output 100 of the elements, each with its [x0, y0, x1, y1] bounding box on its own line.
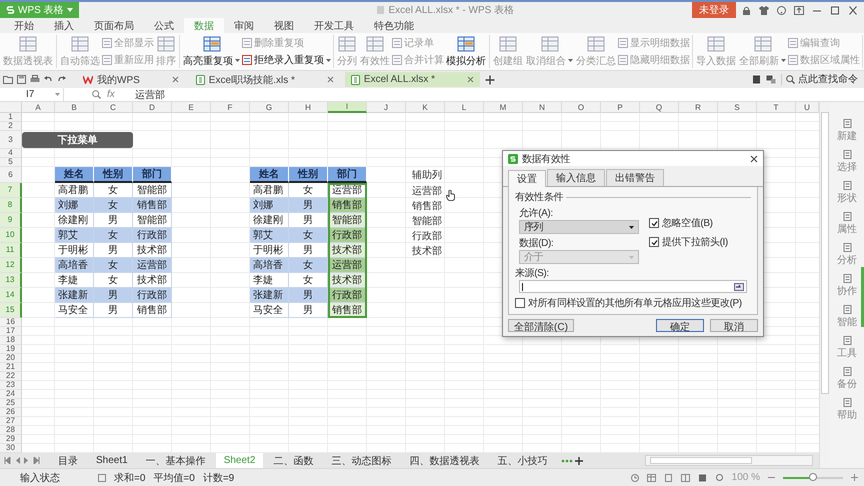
previous-sheet-icon[interactable] [15, 457, 20, 464]
sheet-tab[interactable]: 目录 [50, 453, 86, 468]
sheet-tab[interactable]: Sheet1 [88, 453, 136, 468]
zoom-out-icon[interactable] [768, 474, 775, 481]
column-header[interactable]: L [445, 102, 484, 113]
ribbon-button[interactable]: 模拟分析 [445, 36, 487, 68]
formula-value[interactable]: 运营部 [134, 88, 165, 102]
row-header[interactable]: 26 [0, 408, 22, 417]
column-header[interactable]: R [679, 102, 718, 113]
zoom-icon[interactable] [92, 90, 101, 99]
row-header[interactable]: 2 [0, 122, 22, 131]
checkbox[interactable] [649, 237, 659, 247]
column-header[interactable]: C [94, 102, 133, 113]
row-header[interactable]: 13 [0, 273, 22, 288]
menu-tab[interactable]: 页面布局 [84, 18, 144, 33]
dialog-tab[interactable]: 设置 [508, 170, 546, 187]
last-sheet-icon[interactable] [33, 457, 40, 464]
add-tab-icon[interactable] [485, 74, 496, 84]
row-header[interactable]: 8 [0, 198, 22, 213]
row-header[interactable]: 14 [0, 288, 22, 303]
menu-tab[interactable]: 特色功能 [364, 18, 424, 33]
column-header[interactable]: K [406, 102, 445, 113]
close-icon[interactable] [750, 154, 758, 162]
document-tab[interactable]: Excel职场技能.xls * [190, 72, 340, 87]
function-label[interactable]: fx [107, 89, 115, 100]
break-view-icon[interactable] [680, 474, 690, 482]
row-header[interactable]: 29 [0, 435, 22, 444]
sheet-tab[interactable]: 四、数据透视表 [401, 453, 488, 468]
menu-tab[interactable]: 公式 [144, 18, 184, 33]
dialog-tab[interactable]: 输入信息 [547, 169, 605, 186]
menu-tab[interactable]: 视图 [264, 18, 304, 33]
menu-tab[interactable]: 审阅 [224, 18, 264, 33]
row-header[interactable]: 16 [0, 318, 22, 327]
slider-thumb[interactable] [809, 472, 817, 480]
column-header[interactable]: N [523, 102, 562, 113]
row-header[interactable]: 24 [0, 390, 22, 399]
row-header[interactable]: 20 [0, 354, 22, 363]
document-tab[interactable]: 我的WPS [77, 72, 185, 87]
row-header[interactable]: 15 [0, 303, 22, 318]
column-header[interactable]: M [484, 102, 523, 113]
column-header[interactable]: O [562, 102, 601, 113]
row-header[interactable]: 9 [0, 213, 22, 228]
column-header[interactable]: U [796, 102, 820, 113]
panel-handle[interactable] [860, 267, 864, 327]
ribbon-button[interactable]: 高亮重复项 [182, 36, 241, 68]
row-header[interactable]: 23 [0, 381, 22, 390]
column-header[interactable]: F [211, 102, 250, 113]
sheet-tab[interactable]: 五、小技巧 [489, 453, 556, 468]
zoom-in-icon[interactable] [851, 474, 858, 481]
column-header[interactable]: H [289, 102, 328, 113]
column-header[interactable]: D [133, 102, 172, 113]
cell-icon[interactable] [98, 474, 106, 482]
column-header[interactable]: S [718, 102, 757, 113]
undo-icon[interactable] [44, 75, 53, 84]
row-header[interactable]: 12 [0, 258, 22, 273]
row-header[interactable]: 22 [0, 372, 22, 381]
row-header[interactable]: 27 [0, 417, 22, 426]
checkbox-option[interactable]: 对所有同样设置的其他所有单元格应用这些更改(P) [515, 296, 751, 310]
sheet-tab[interactable]: 二、函数 [265, 453, 322, 468]
dialog-button[interactable]: 取消 [710, 319, 758, 332]
ribbon-button[interactable]: 拒绝录入重复项 [242, 53, 331, 67]
row-header[interactable]: 25 [0, 399, 22, 408]
login-button[interactable]: 未登录 [692, 2, 736, 18]
range-picker-icon[interactable] [734, 282, 744, 290]
command-search-field[interactable]: 点此查找命令 [781, 74, 864, 85]
lock-icon[interactable] [742, 6, 751, 14]
row-header[interactable]: 10 [0, 228, 22, 243]
row-header[interactable]: 4 [0, 149, 22, 158]
row-header[interactable]: 21 [0, 363, 22, 372]
checkbox-option[interactable]: 提供下拉箭头(I) [649, 235, 728, 249]
column-header[interactable]: T [757, 102, 796, 113]
column-header[interactable]: E [172, 102, 211, 113]
name-box[interactable]: I7 [0, 88, 64, 101]
row-header[interactable]: 18 [0, 336, 22, 345]
menu-tab[interactable]: 数据 [184, 18, 224, 33]
dropdown[interactable]: 序列 [519, 220, 639, 234]
row-header[interactable]: 30 [0, 444, 22, 453]
clock-icon[interactable] [630, 474, 639, 482]
row-header[interactable]: 1 [0, 113, 22, 122]
shirt-icon[interactable] [759, 6, 769, 14]
column-header[interactable]: P [601, 102, 640, 113]
column-header[interactable]: I [328, 102, 367, 113]
add-sheet-icon[interactable] [575, 456, 584, 464]
dialog-button[interactable]: 全部清除(C) [508, 319, 574, 332]
dialog-button[interactable]: 确定 [656, 319, 704, 332]
maximize-icon[interactable] [830, 6, 840, 14]
pin-icon[interactable] [794, 6, 804, 14]
menu-tab[interactable]: 插入 [44, 18, 84, 33]
redo-icon[interactable] [57, 75, 66, 84]
next-sheet-icon[interactable] [24, 457, 29, 464]
sheet-tab[interactable]: 一、基本操作 [138, 453, 214, 468]
row-header[interactable]: 7 [0, 183, 22, 198]
column-header[interactable]: B [55, 102, 94, 113]
print-icon[interactable] [30, 75, 40, 84]
checkbox-option[interactable]: 忽略空值(B) [649, 216, 728, 230]
column-header[interactable]: A [22, 102, 55, 113]
format-icon[interactable] [766, 75, 776, 84]
row-header[interactable]: 6 [0, 167, 22, 183]
save-icon[interactable] [17, 75, 26, 84]
sheet-tab[interactable]: Sheet2 [216, 453, 264, 468]
